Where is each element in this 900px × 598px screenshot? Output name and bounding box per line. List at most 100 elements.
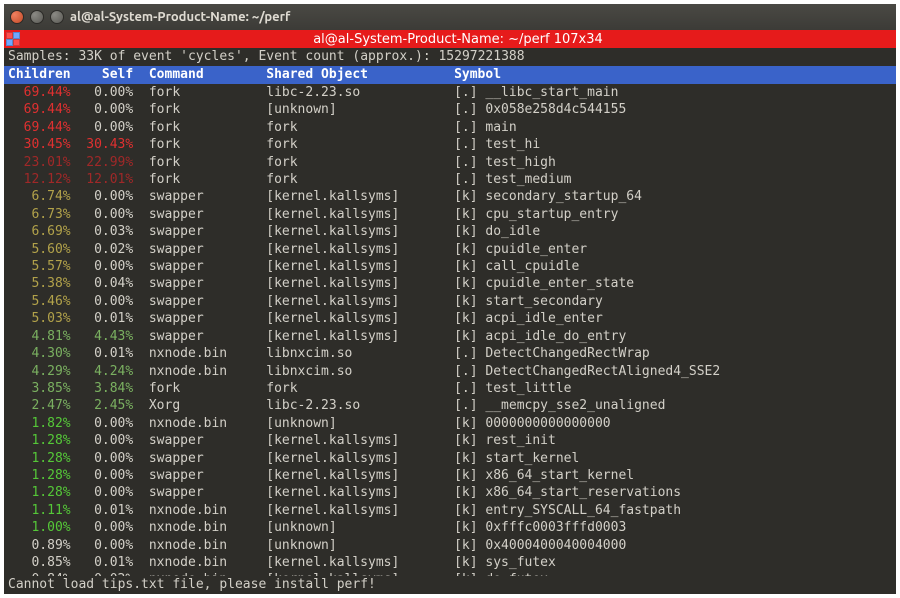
terminal-window: al@al-System-Product-Name: ~/perf al@al-… [4, 4, 896, 594]
close-button[interactable] [10, 10, 24, 24]
cell-children: 69.44% [8, 101, 71, 118]
cell-command: swapper [149, 467, 266, 484]
minimize-button[interactable] [30, 10, 44, 24]
cell-command: fork [149, 101, 266, 118]
cell-children: 6.74% [8, 188, 71, 205]
cell-shared-object: [unknown] [266, 101, 454, 118]
table-row[interactable]: 1.00%0.00% nxnode.bin[unknown][k] 0xfffc… [8, 519, 892, 536]
cell-children: 6.73% [8, 206, 71, 223]
cell-symbol: [.] 0x058e258d4c544155 [454, 101, 626, 118]
cell-symbol: [k] sys_futex [454, 554, 556, 571]
cell-children: 1.11% [8, 502, 71, 519]
table-row[interactable]: 1.28%0.00% swapper[kernel.kallsyms][k] s… [8, 450, 892, 467]
cell-command: nxnode.bin [149, 415, 266, 432]
table-row[interactable]: 69.44%0.00% fork[unknown][.] 0x058e258d4… [8, 101, 892, 118]
cell-command: nxnode.bin [149, 519, 266, 536]
table-row[interactable]: 4.81%4.43% swapper[kernel.kallsyms][k] a… [8, 328, 892, 345]
table-row[interactable]: 6.73%0.00% swapper[kernel.kallsyms][k] c… [8, 206, 892, 223]
cell-shared-object: fork [266, 119, 454, 136]
maximize-button[interactable] [50, 10, 64, 24]
cell-symbol: [.] test_hi [454, 136, 540, 153]
table-row[interactable]: 30.45%30.43% forkfork[.] test_hi [8, 136, 892, 153]
cell-shared-object: fork [266, 380, 454, 397]
cell-self: 0.00% [71, 258, 134, 275]
cell-shared-object: [kernel.kallsyms] [266, 241, 454, 258]
cell-command: nxnode.bin [149, 363, 266, 380]
table-row[interactable]: 6.74%0.00% swapper[kernel.kallsyms][k] s… [8, 188, 892, 205]
cell-command: nxnode.bin [149, 554, 266, 571]
table-row[interactable]: 12.12%12.01% forkfork[.] test_medium [8, 171, 892, 188]
header-children: Children [8, 66, 71, 84]
cell-self: 2.45% [71, 397, 134, 414]
cell-self: 0.00% [71, 119, 134, 136]
column-headers[interactable]: ChildrenSelf CommandShared ObjectSymbol [4, 66, 896, 84]
table-row[interactable]: 3.85%3.84% forkfork[.] test_little [8, 380, 892, 397]
cell-command: fork [149, 119, 266, 136]
samples-line: Samples: 33K of event 'cycles', Event co… [4, 48, 896, 66]
cell-children: 1.28% [8, 432, 71, 449]
cell-shared-object: libc-2.23.so [266, 397, 454, 414]
cell-command: swapper [149, 328, 266, 345]
cell-shared-object: [kernel.kallsyms] [266, 432, 454, 449]
header-symbol: Symbol [454, 66, 501, 84]
table-row[interactable]: 1.28%0.00% swapper[kernel.kallsyms][k] x… [8, 467, 892, 484]
cell-command: swapper [149, 275, 266, 292]
table-row[interactable]: 1.11%0.01% nxnode.bin[kernel.kallsyms][k… [8, 502, 892, 519]
cell-command: swapper [149, 258, 266, 275]
table-row[interactable]: 4.29%4.24% nxnode.binlibnxcim.so[.] Dete… [8, 363, 892, 380]
cell-self: 0.00% [71, 84, 134, 101]
cell-symbol: [.] __libc_start_main [454, 84, 618, 101]
cell-shared-object: [kernel.kallsyms] [266, 258, 454, 275]
cell-symbol: [k] acpi_idle_do_entry [454, 328, 626, 345]
cell-symbol: [k] cpu_startup_entry [454, 206, 618, 223]
cell-command: fork [149, 380, 266, 397]
window-title: al@al-System-Product-Name: ~/perf [70, 10, 290, 24]
table-row[interactable]: 4.30%0.01% nxnode.binlibnxcim.so[.] Dete… [8, 345, 892, 362]
cell-symbol: [k] 0x4000400040004000 [454, 537, 626, 554]
table-row[interactable]: 1.82%0.00% nxnode.bin[unknown][k] 000000… [8, 415, 892, 432]
table-row[interactable]: 69.44%0.00% forklibc-2.23.so[.] __libc_s… [8, 84, 892, 101]
cell-shared-object: [kernel.kallsyms] [266, 293, 454, 310]
cell-symbol: [.] test_little [454, 380, 571, 397]
cell-command: nxnode.bin [149, 345, 266, 362]
cell-symbol: [k] cpuidle_enter [454, 241, 587, 258]
table-row[interactable]: 1.28%0.00% swapper[kernel.kallsyms][k] r… [8, 432, 892, 449]
cell-shared-object: [kernel.kallsyms] [266, 502, 454, 519]
header-self: Self [71, 66, 134, 84]
cell-shared-object: libnxcim.so [266, 345, 454, 362]
cell-command: fork [149, 154, 266, 171]
cell-shared-object: fork [266, 154, 454, 171]
table-row[interactable]: 5.60%0.02% swapper[kernel.kallsyms][k] c… [8, 241, 892, 258]
cell-symbol: [k] cpuidle_enter_state [454, 275, 634, 292]
table-row[interactable]: 2.47%2.45% Xorglibc-2.23.so[.] __memcpy_… [8, 397, 892, 414]
cell-command: swapper [149, 484, 266, 501]
table-row[interactable]: 23.01%22.99% forkfork[.] test_high [8, 154, 892, 171]
cell-symbol: [.] DetectChangedRectAligned4_SSE2 [454, 363, 720, 380]
cell-self: 0.00% [71, 101, 134, 118]
cell-self: 0.00% [71, 188, 134, 205]
table-row[interactable]: 0.85%0.01% nxnode.bin[kernel.kallsyms][k… [8, 554, 892, 571]
cell-children: 3.85% [8, 380, 71, 397]
titlebar[interactable]: al@al-System-Product-Name: ~/perf [4, 4, 896, 30]
table-row[interactable]: 6.69%0.03% swapper[kernel.kallsyms][k] d… [8, 223, 892, 240]
cell-children: 6.69% [8, 223, 71, 240]
cell-symbol: [.] __memcpy_sse2_unaligned [454, 397, 665, 414]
cell-self: 0.00% [71, 450, 134, 467]
app-icon[interactable] [6, 32, 20, 46]
table-row[interactable]: 69.44%0.00% forkfork[.] main [8, 119, 892, 136]
cell-children: 12.12% [8, 171, 71, 188]
cell-children: 69.44% [8, 119, 71, 136]
data-rows[interactable]: 69.44%0.00% forklibc-2.23.so[.] __libc_s… [4, 84, 896, 576]
cell-self: 0.00% [71, 206, 134, 223]
table-row[interactable]: 5.46%0.00% swapper[kernel.kallsyms][k] s… [8, 293, 892, 310]
cell-self: 30.43% [71, 136, 134, 153]
table-row[interactable]: 5.03%0.01% swapper[kernel.kallsyms][k] a… [8, 310, 892, 327]
table-row[interactable]: 0.89%0.00% nxnode.bin[unknown][k] 0x4000… [8, 537, 892, 554]
cell-command: swapper [149, 450, 266, 467]
cell-children: 4.29% [8, 363, 71, 380]
table-row[interactable]: 1.28%0.00% swapper[kernel.kallsyms][k] x… [8, 484, 892, 501]
cell-symbol: [k] 0xfffc0003fffd0003 [454, 519, 626, 536]
table-row[interactable]: 5.57%0.00% swapper[kernel.kallsyms][k] c… [8, 258, 892, 275]
table-row[interactable]: 5.38%0.04% swapper[kernel.kallsyms][k] c… [8, 275, 892, 292]
cell-children: 1.28% [8, 484, 71, 501]
